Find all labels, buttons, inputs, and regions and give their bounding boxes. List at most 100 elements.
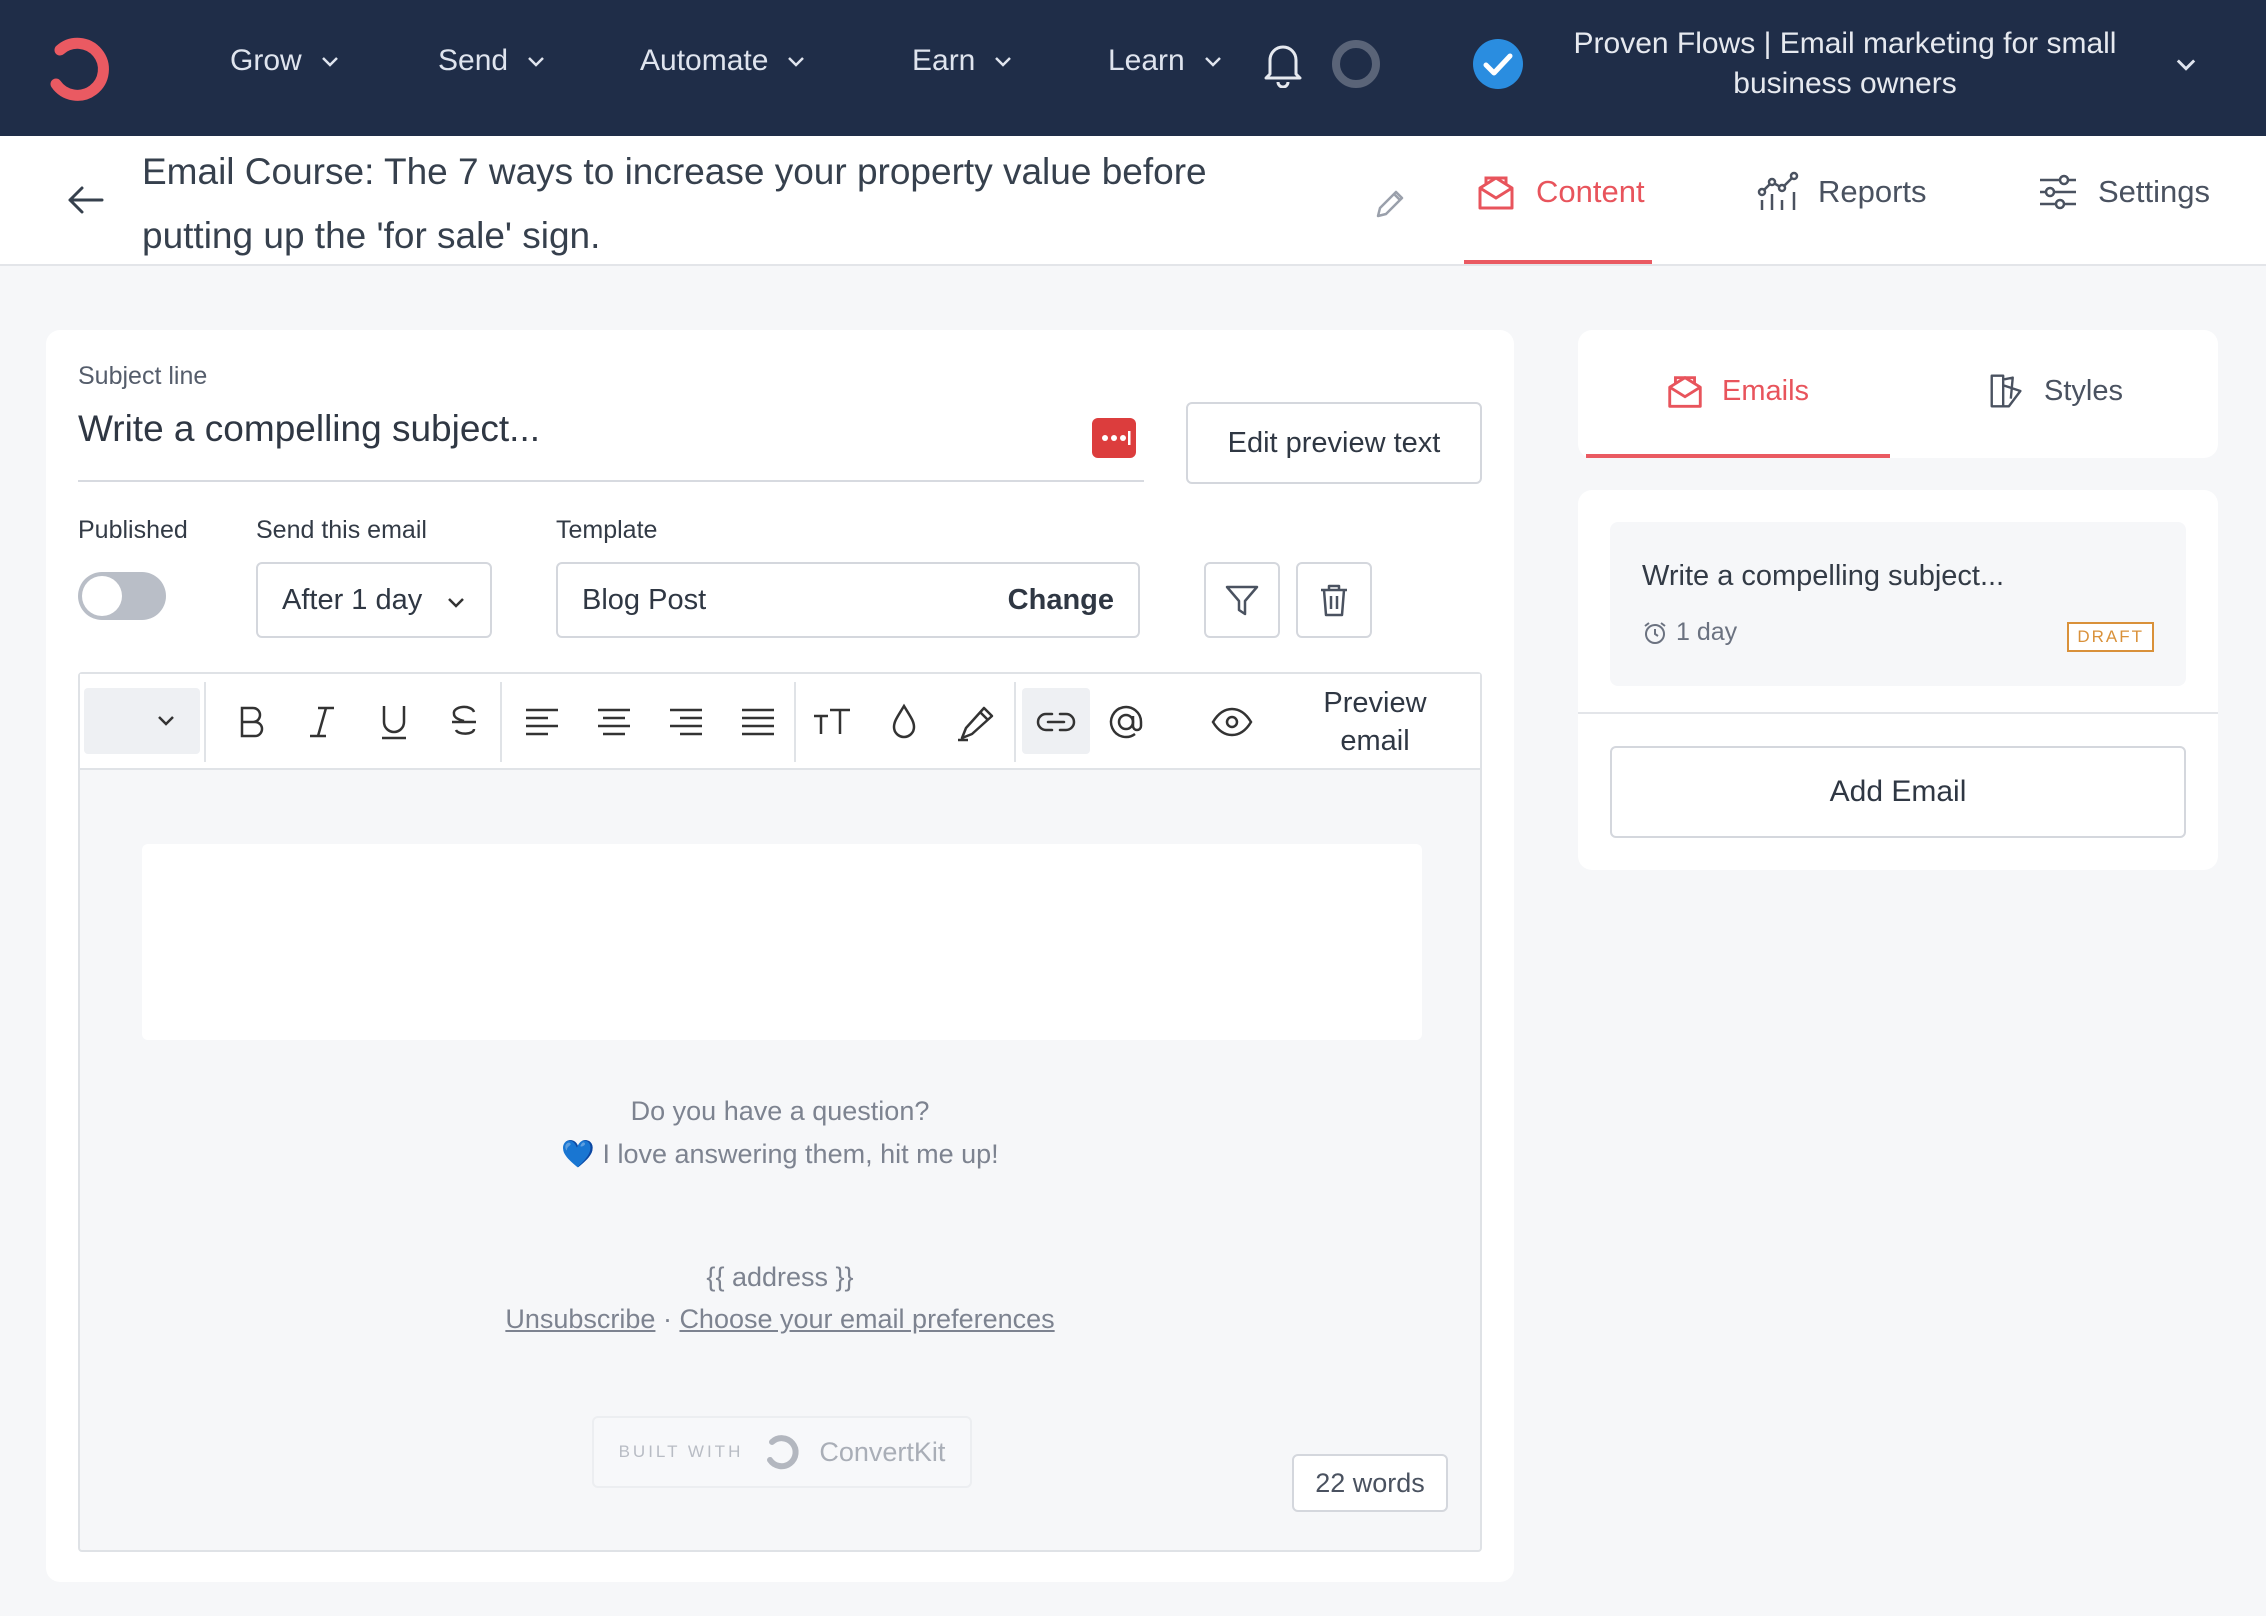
filter-button[interactable] bbox=[1204, 562, 1280, 638]
send-delay-value: After 1 day bbox=[282, 583, 423, 616]
justify-icon[interactable] bbox=[736, 700, 780, 744]
back-arrow-icon[interactable] bbox=[64, 178, 108, 222]
active-tab-indicator bbox=[1586, 454, 1890, 458]
chevron-down-icon bbox=[321, 57, 338, 67]
chevron-down-icon bbox=[448, 598, 464, 608]
email-body-editor: Preview email Do you have a question? 💙 … bbox=[78, 672, 1482, 1552]
nav-learn[interactable]: Learn bbox=[1108, 44, 1225, 78]
published-toggle[interactable] bbox=[78, 572, 166, 620]
align-right-icon[interactable] bbox=[664, 700, 708, 744]
preview-email-line2: email bbox=[1340, 725, 1410, 757]
toolbar-divider bbox=[204, 682, 206, 762]
nav-learn-label: Learn bbox=[1108, 44, 1185, 77]
tab-styles[interactable]: Styles bbox=[1986, 370, 2123, 412]
progress-ring-icon[interactable] bbox=[1332, 40, 1380, 88]
editor-toolbar: Preview email bbox=[80, 674, 1480, 770]
filter-icon bbox=[1225, 585, 1259, 616]
account-name-line2: business owners bbox=[1733, 67, 1957, 100]
emails-list-panel: Write a compelling subject... 1 day DRAF… bbox=[1578, 490, 2218, 870]
add-email-button[interactable]: Add Email bbox=[1610, 746, 2186, 838]
emails-icon bbox=[1668, 376, 1702, 408]
toolbar-divider bbox=[500, 682, 502, 762]
send-delay-select[interactable]: After 1 day bbox=[256, 562, 492, 638]
chevron-down-icon bbox=[995, 57, 1012, 67]
published-label: Published bbox=[78, 516, 188, 544]
page-title: Email Course: The 7 ways to increase you… bbox=[142, 140, 1292, 268]
tab-reports[interactable]: Reports bbox=[1756, 170, 1927, 214]
right-panel-tabs: Emails Styles bbox=[1578, 330, 2218, 458]
subject-underline bbox=[78, 480, 1144, 482]
block-type-select[interactable] bbox=[84, 688, 200, 754]
tab-emails[interactable]: Emails bbox=[1664, 370, 1809, 412]
snippet-icon[interactable] bbox=[1092, 418, 1136, 458]
reports-icon bbox=[1757, 171, 1799, 210]
edit-preview-text-button[interactable]: Edit preview text bbox=[1186, 402, 1482, 484]
toolbar-divider bbox=[794, 682, 796, 762]
preview-email-line1: Preview bbox=[1323, 687, 1427, 719]
account-switcher[interactable]: Proven Flows | Email marketing for small… bbox=[1540, 24, 2150, 104]
strikethrough-icon[interactable] bbox=[442, 700, 486, 744]
nav-grow[interactable]: Grow bbox=[230, 44, 342, 78]
text-color-drop-icon[interactable] bbox=[882, 700, 926, 744]
page-title-line1: Email Course: The 7 ways to increase you… bbox=[142, 151, 1207, 192]
email-item-delay-value: 1 day bbox=[1676, 618, 1738, 646]
chevron-down-icon bbox=[528, 57, 544, 67]
footer-question: Do you have a question? bbox=[630, 1096, 930, 1126]
built-with-label: BUILT WITH bbox=[618, 1442, 744, 1461]
highlighter-icon[interactable] bbox=[954, 700, 998, 744]
nav-send[interactable]: Send bbox=[438, 44, 548, 78]
tab-reports-label: Reports bbox=[1818, 174, 1927, 209]
change-template-button[interactable]: Change bbox=[1008, 584, 1114, 617]
word-count-badge: 22 words bbox=[1292, 1454, 1448, 1512]
eye-icon[interactable] bbox=[1210, 700, 1254, 744]
unsubscribe-link[interactable]: Unsubscribe bbox=[505, 1304, 655, 1334]
template-name: Blog Post bbox=[582, 584, 707, 616]
mention-icon[interactable] bbox=[1104, 700, 1148, 744]
tab-content-label: Content bbox=[1536, 174, 1645, 209]
footer-links: Unsubscribe · Choose your email preferen… bbox=[80, 1304, 1480, 1335]
link-icon[interactable] bbox=[1034, 700, 1078, 744]
pencil-icon[interactable] bbox=[1372, 186, 1408, 222]
alarm-clock-icon bbox=[1644, 621, 1666, 644]
nav-automate[interactable]: Automate bbox=[640, 44, 808, 78]
align-left-icon[interactable] bbox=[520, 700, 564, 744]
bold-icon[interactable] bbox=[228, 700, 272, 744]
content-icon bbox=[1478, 176, 1514, 210]
toolbar-divider bbox=[1014, 682, 1016, 762]
email-content-block[interactable] bbox=[142, 844, 1422, 1040]
list-item[interactable]: Write a compelling subject... 1 day DRAF… bbox=[1610, 522, 2186, 686]
tab-emails-label: Emails bbox=[1722, 374, 1810, 407]
panel-divider bbox=[1578, 712, 2218, 714]
convertkit-logo-icon[interactable] bbox=[40, 32, 114, 106]
sequence-header: Email Course: The 7 ways to increase you… bbox=[0, 136, 2266, 266]
link-separator: · bbox=[655, 1304, 680, 1334]
nav-earn[interactable]: Earn bbox=[912, 44, 1015, 78]
italic-icon[interactable] bbox=[300, 700, 344, 744]
nav-automate-label: Automate bbox=[640, 44, 769, 77]
convertkit-brand: ConvertKit bbox=[819, 1436, 946, 1467]
align-center-icon[interactable] bbox=[592, 700, 636, 744]
preview-email-button[interactable]: Preview email bbox=[1300, 684, 1450, 760]
delete-button[interactable] bbox=[1296, 562, 1372, 638]
email-item-delay: 1 day bbox=[1642, 618, 1737, 647]
convertkit-logo-icon bbox=[767, 1435, 799, 1470]
subject-input[interactable]: Write a compelling subject... bbox=[78, 408, 540, 450]
email-preferences-link[interactable]: Choose your email preferences bbox=[679, 1304, 1054, 1334]
font-size-icon[interactable] bbox=[810, 700, 854, 744]
tab-settings-label: Settings bbox=[2098, 174, 2211, 209]
trash-icon bbox=[1321, 584, 1347, 617]
nav-send-label: Send bbox=[438, 44, 509, 77]
built-with-badge[interactable]: BUILT WITH ConvertKit bbox=[592, 1416, 972, 1488]
underline-icon[interactable] bbox=[372, 700, 416, 744]
tab-content[interactable]: Content bbox=[1474, 170, 1645, 214]
chevron-down-icon bbox=[1204, 57, 1221, 67]
tab-settings[interactable]: Settings bbox=[2036, 170, 2210, 214]
template-field: Blog Post Change bbox=[556, 562, 1140, 638]
bell-icon[interactable] bbox=[1262, 40, 1304, 88]
email-item-subject: Write a compelling subject... bbox=[1642, 560, 2005, 592]
tab-styles-label: Styles bbox=[2044, 374, 2123, 407]
send-this-email-label: Send this email bbox=[256, 516, 427, 544]
settings-icon bbox=[2040, 174, 2076, 210]
top-navigation: Grow Send Automate Earn Learn Proven Flo… bbox=[0, 0, 2266, 136]
chevron-down-icon[interactable] bbox=[2172, 50, 2200, 78]
